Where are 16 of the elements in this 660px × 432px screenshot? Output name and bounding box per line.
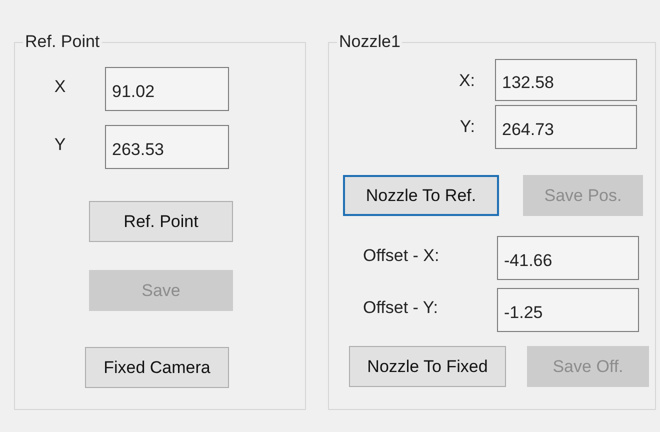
field-label: X: bbox=[458, 70, 476, 91]
field-label: Y bbox=[54, 134, 66, 155]
field-label: Offset - Y: bbox=[362, 297, 438, 318]
field-label: Offset - X: bbox=[362, 245, 440, 266]
action-button[interactable]: Nozzle To Ref. bbox=[343, 175, 499, 216]
field-label: X bbox=[54, 76, 66, 97]
field-label: Y: bbox=[460, 116, 476, 137]
value-field[interactable]: -41.66 bbox=[497, 236, 639, 280]
action-button[interactable]: Fixed Camera bbox=[85, 347, 229, 388]
value-field[interactable]: 91.02 bbox=[105, 67, 229, 111]
action-button[interactable]: Ref. Point bbox=[89, 201, 233, 242]
action-button[interactable]: Nozzle To Fixed bbox=[349, 346, 506, 387]
value-field[interactable]: 264.73 bbox=[495, 105, 637, 149]
value-field[interactable]: 132.58 bbox=[495, 59, 637, 101]
value-field[interactable]: 263.53 bbox=[105, 125, 229, 169]
value-field[interactable]: -1.25 bbox=[497, 288, 639, 332]
